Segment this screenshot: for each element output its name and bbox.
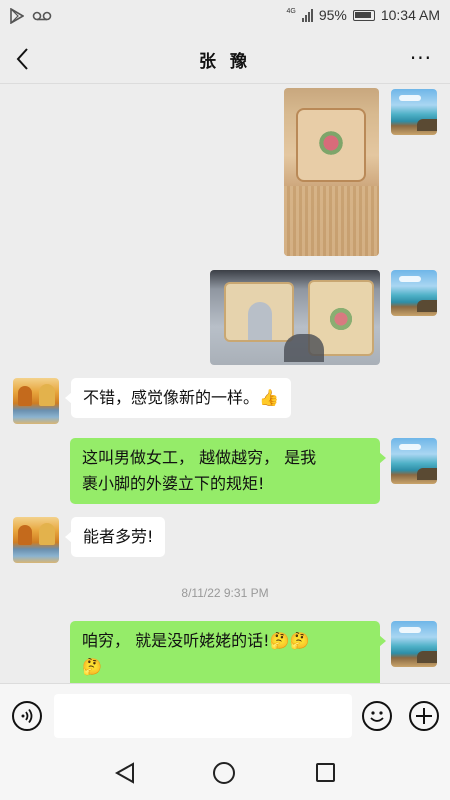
status-bar: 4G 95% 10:34 AM xyxy=(0,0,450,34)
message-text: 能者多劳! xyxy=(83,527,154,546)
status-left xyxy=(10,8,52,24)
nav-back-icon[interactable] xyxy=(114,762,136,784)
contact-avatar[interactable] xyxy=(13,517,59,563)
message-text-line: 这叫男做女工， 越做越穷， 是我 xyxy=(82,448,317,467)
outgoing-message[interactable]: 这叫男做女工， 越做越穷， 是我 裹小脚的外婆立下的规矩! xyxy=(70,438,386,504)
system-nav-bar xyxy=(0,747,450,800)
emoji-icon[interactable] xyxy=(362,701,392,731)
photo-content xyxy=(284,334,324,362)
message-timestamp: 8/11/22 9:31 PM xyxy=(181,586,269,600)
thumbs-up-emoji: 👍 xyxy=(259,388,279,407)
chat-message-list[interactable]: 不错，感觉像新的一样。👍 这叫男做女工， 越做越穷， 是我 裹小脚的外婆立下的规… xyxy=(0,85,450,683)
message-text-line: 裹小脚的外婆立下的规矩! xyxy=(82,474,265,493)
network-label: 4G xyxy=(286,7,296,15)
chat-title: 张 豫 xyxy=(199,52,251,72)
message-input[interactable] xyxy=(54,694,352,738)
photo-content xyxy=(224,282,294,342)
signal-icon xyxy=(301,8,313,22)
input-bar xyxy=(0,683,450,747)
thinking-emoji: 🤔🤔 xyxy=(269,631,310,650)
outgoing-message[interactable]: 咱穷， 就是没听姥姥的话!🤔🤔 🤔 xyxy=(70,621,386,683)
message-text-line: 咱穷， 就是没听姥姥的话! xyxy=(82,631,270,650)
sent-photo-rug-2[interactable] xyxy=(210,270,380,365)
contact-avatar[interactable] xyxy=(13,378,59,424)
self-avatar[interactable] xyxy=(391,621,437,667)
voicemail-icon xyxy=(32,11,52,21)
self-avatar[interactable] xyxy=(391,270,437,316)
more-options-button[interactable]: ··· xyxy=(410,48,432,68)
clock: 10:34 AM xyxy=(380,7,440,23)
voice-icon[interactable] xyxy=(12,701,42,731)
nav-home-icon[interactable] xyxy=(213,762,235,784)
thinking-emoji: 🤔 xyxy=(82,657,102,676)
self-avatar[interactable] xyxy=(391,438,437,484)
battery-icon xyxy=(352,9,375,21)
status-right: 4G 95% 10:34 AM xyxy=(286,7,440,23)
self-avatar[interactable] xyxy=(391,89,437,135)
play-store-icon xyxy=(10,8,24,24)
photo-content xyxy=(296,108,366,182)
battery-percent: 95% xyxy=(318,7,347,23)
sent-photo-rug-1[interactable] xyxy=(284,88,379,256)
incoming-message[interactable]: 能者多劳! xyxy=(64,517,166,557)
message-text: 不错，感觉像新的一样。 xyxy=(83,388,260,407)
nav-recent-icon[interactable] xyxy=(316,763,335,782)
photo-content xyxy=(284,186,379,256)
incoming-message[interactable]: 不错，感觉像新的一样。👍 xyxy=(65,378,291,418)
plus-icon[interactable] xyxy=(409,701,439,731)
chat-header: 张 豫 ··· xyxy=(0,34,450,84)
